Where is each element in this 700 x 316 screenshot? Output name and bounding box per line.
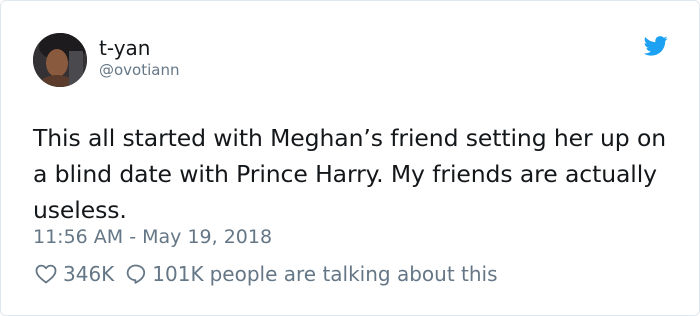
user-handle[interactable]: @ovotiann xyxy=(99,61,180,79)
reply-count[interactable]: 101K xyxy=(152,260,203,288)
tweet-card: t-yan @ovotiann This all started with Me… xyxy=(0,0,700,316)
heart-icon[interactable] xyxy=(35,264,57,284)
twitter-bird-icon[interactable] xyxy=(643,36,668,56)
speech-bubble-icon[interactable] xyxy=(126,264,146,284)
display-name[interactable]: t-yan xyxy=(99,36,150,60)
tweet-text: This all started with Meghan’s friend se… xyxy=(33,124,667,224)
tweet-timestamp[interactable]: 11:56 AM - May 19, 2018 xyxy=(33,225,272,249)
engagement-bar: 346K 101K people are talking about this xyxy=(35,260,498,288)
like-count[interactable]: 346K xyxy=(63,260,114,288)
talking-about-text: people are talking about this xyxy=(209,262,498,286)
avatar[interactable] xyxy=(33,33,87,87)
